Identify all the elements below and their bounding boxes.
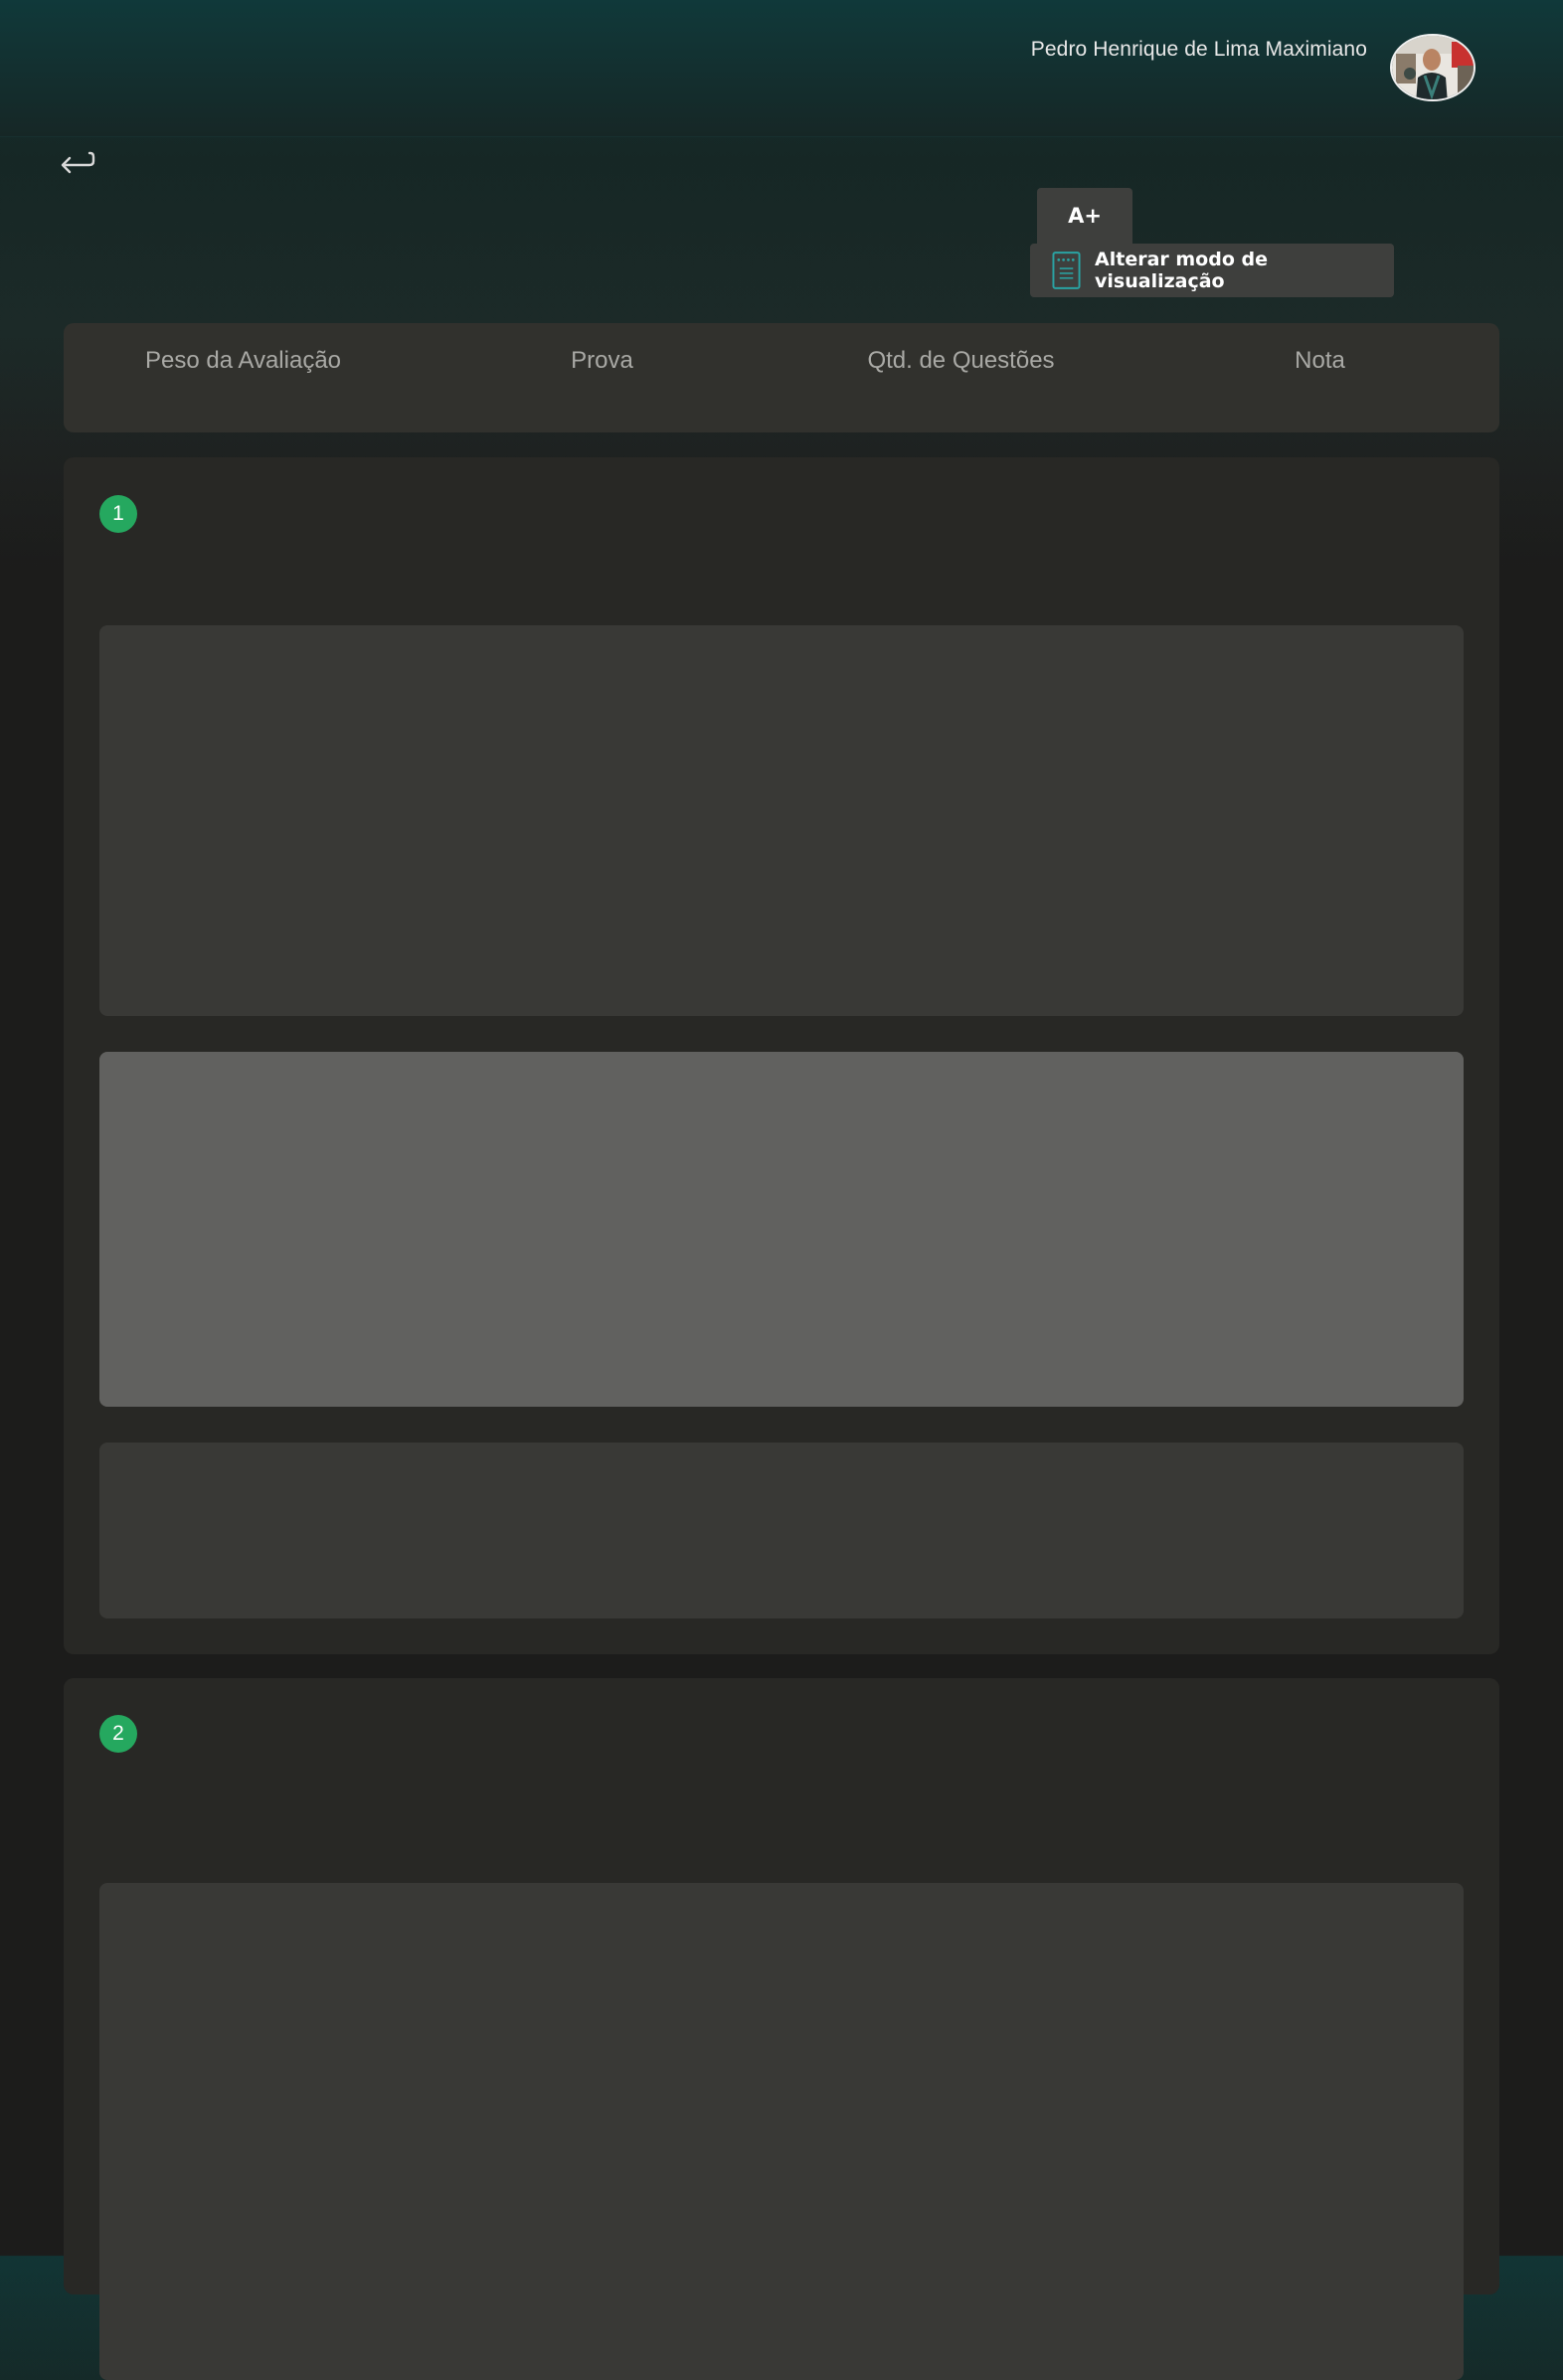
question-statement bbox=[99, 625, 1464, 1016]
avatar-image bbox=[1392, 36, 1474, 99]
exam-summary: Peso da Avaliação Prova Qtd. de Questões… bbox=[64, 323, 1499, 432]
user-name: Pedro Henrique de Lima Maximiano bbox=[1030, 38, 1367, 61]
view-mode-label: Alterar modo de visualização bbox=[1095, 249, 1268, 292]
summary-column-grade: Nota bbox=[1295, 347, 1345, 374]
question-statement bbox=[99, 1883, 1464, 2380]
answer-feedback bbox=[99, 1443, 1464, 1618]
back-icon[interactable] bbox=[58, 147, 97, 179]
summary-column-exam: Prova bbox=[571, 347, 633, 374]
question-card: 1 bbox=[64, 457, 1499, 1654]
summary-column-weight: Peso da Avaliação bbox=[144, 347, 342, 374]
summary-column-question-count: Qtd. de Questões bbox=[867, 347, 1055, 374]
user-avatar[interactable] bbox=[1390, 34, 1476, 101]
view-mode-button[interactable]: Alterar modo de visualização bbox=[1030, 244, 1394, 297]
question-card: 2 bbox=[64, 1678, 1499, 2380]
font-increase-button[interactable]: A+ bbox=[1037, 188, 1132, 244]
question-number-badge: 1 bbox=[99, 495, 137, 533]
document-icon bbox=[1052, 252, 1081, 289]
question-number-badge: 2 bbox=[99, 1715, 137, 1753]
answer-option-selected[interactable] bbox=[99, 1052, 1464, 1407]
top-bar: Pedro Henrique de Lima Maximiano bbox=[0, 0, 1563, 137]
